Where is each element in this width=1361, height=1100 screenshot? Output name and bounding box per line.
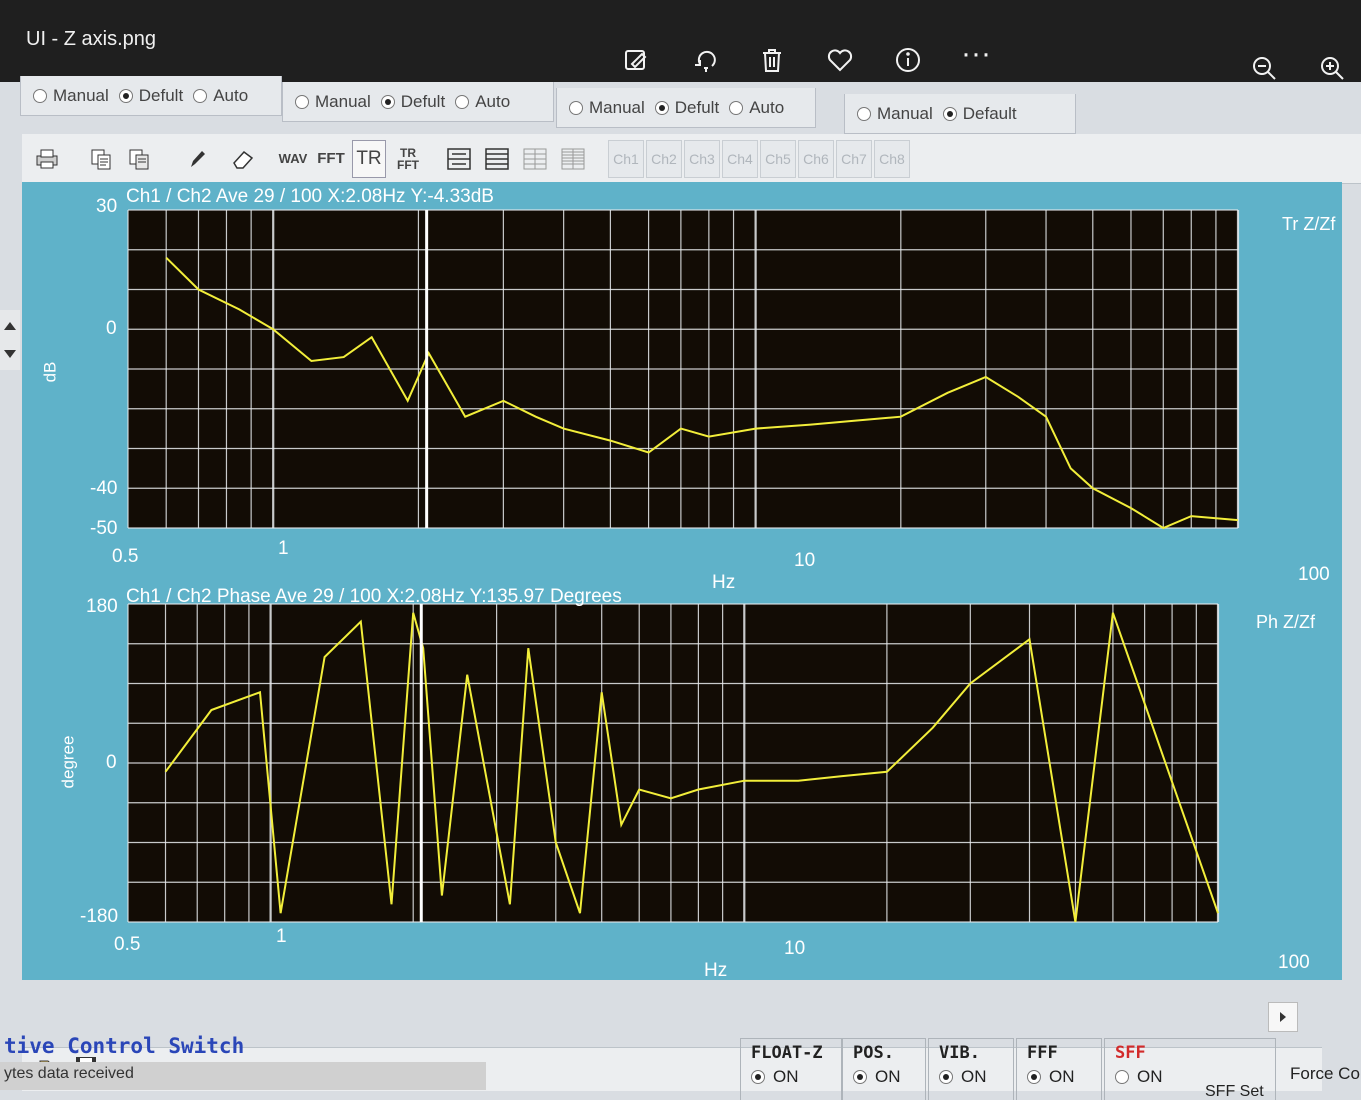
phase-corner-label: Ph Z/Zf (1256, 612, 1316, 632)
switch-pos: POS. ON (842, 1038, 926, 1100)
switch-label: FLOAT-Z (751, 1043, 823, 1063)
eraser-icon[interactable] (226, 140, 260, 178)
radio-manual[interactable]: Manual (295, 92, 371, 112)
switch-sff: SFF ON SFF Set (1104, 1038, 1276, 1100)
mode-group-4: Manual Default (844, 94, 1076, 134)
mode-group-2: Manual Defult Auto (282, 82, 554, 122)
wav-button[interactable]: WAV (276, 140, 310, 178)
radio-manual[interactable]: Manual (569, 98, 645, 118)
edit-icon[interactable] (616, 40, 656, 80)
layout-grid8-icon[interactable] (556, 140, 590, 178)
magnitude-xtick: 0.5 (112, 546, 139, 567)
switch-vib: VIB. ON (928, 1038, 1014, 1100)
copy-icon[interactable] (84, 140, 118, 178)
fft-button[interactable]: FFT (314, 140, 348, 178)
side-scroll-handle[interactable] (0, 310, 20, 370)
switch-on-radio[interactable]: ON (751, 1067, 831, 1087)
magnitude-ylabel: dB (40, 361, 60, 383)
channel-button-4[interactable]: Ch4 (722, 139, 758, 178)
info-icon[interactable] (888, 40, 928, 80)
switch-label: POS. (853, 1043, 894, 1063)
phase-ylabel: degree (58, 735, 78, 789)
magnitude-xtick: 10 (794, 550, 816, 571)
phase-ytick: 180 (86, 596, 118, 617)
radio-default[interactable]: Defult (654, 98, 719, 118)
magnitude-corner-label: Tr Z/Zf (1282, 214, 1336, 234)
rotate-icon[interactable] (686, 40, 726, 80)
magnitude-header: Ch1 / Ch2 Ave 29 / 100 X:2.08Hz Y:-4.33d… (126, 186, 494, 207)
channel-button-7[interactable]: Ch7 (836, 139, 872, 178)
channel-button-2[interactable]: Ch2 (646, 139, 682, 178)
switch-label: VIB. (939, 1043, 980, 1063)
plot-canvas (127, 209, 1240, 923)
plot-panel: Ch1 / Ch2 Ave 29 / 100 X:2.08Hz Y:-4.33d… (22, 182, 1342, 981)
switch-on-radio[interactable]: ON (1027, 1067, 1091, 1087)
magnitude-xtick: 1 (278, 538, 289, 559)
phase-header: Ch1 / Ch2 Phase Ave 29 / 100 X:2.08Hz Y:… (126, 586, 622, 607)
switch-label: FFF (1027, 1043, 1058, 1063)
radio-default[interactable]: Default (942, 104, 1017, 124)
channel-button-8[interactable]: Ch8 (874, 139, 910, 178)
magnitude-ytick: -50 (90, 518, 118, 539)
radio-default[interactable]: Defult (380, 92, 445, 112)
channel-button-1[interactable]: Ch1 (608, 139, 644, 178)
phase-xtick: 10 (784, 938, 806, 959)
layout-grid-icon[interactable] (518, 140, 552, 178)
radio-auto[interactable]: Auto (455, 92, 510, 112)
switch-float-z: FLOAT-Z ON (740, 1038, 842, 1100)
phase-ytick: 0 (106, 752, 117, 773)
file-title: UI - Z axis.png (26, 28, 157, 50)
magnitude-ytick: -40 (90, 478, 118, 499)
switch-fff: FFF ON (1016, 1038, 1102, 1100)
switch-on-radio[interactable]: ON (939, 1067, 1003, 1087)
mode-group-1: Manual Defult Auto (20, 76, 282, 116)
mode-group-3: Manual Defult Auto (556, 88, 816, 128)
magnitude-xtick: 100 (1298, 564, 1330, 585)
favorite-icon[interactable] (820, 40, 860, 80)
photo-viewer-bar: UI - Z axis.png ··· (0, 0, 1361, 82)
channel-button-6[interactable]: Ch6 (798, 139, 834, 178)
channel-button-5[interactable]: Ch5 (760, 139, 796, 178)
radio-manual[interactable]: Manual (33, 86, 109, 106)
radio-auto[interactable]: Auto (729, 98, 784, 118)
phase-xlabel: Hz (704, 960, 728, 981)
tr-fft-button[interactable]: TR FFT (390, 140, 426, 178)
more-icon[interactable]: ··· (956, 34, 996, 74)
phase-xtick: 100 (1278, 952, 1310, 973)
radio-manual[interactable]: Manual (857, 104, 933, 124)
force-control-label: Force Co (1290, 1064, 1360, 1083)
phase-xtick: 1 (276, 926, 287, 947)
plot-toolbar: WAV FFT TR TR FFT Ch1 Ch2 Ch3 Ch4 Ch5 Ch… (22, 134, 1361, 184)
switch-on-radio[interactable]: ON (853, 1067, 915, 1087)
tr-button[interactable]: TR (352, 139, 386, 178)
channel-button-3[interactable]: Ch3 (684, 139, 720, 178)
delete-icon[interactable] (752, 40, 792, 80)
pen-icon[interactable] (180, 140, 214, 178)
layout-2row-icon[interactable] (442, 140, 476, 178)
layout-4row-icon[interactable] (480, 140, 514, 178)
control-switch-title: tive Control Switch (4, 1034, 245, 1058)
phase-xtick: 0.5 (114, 934, 141, 955)
radio-auto[interactable]: Auto (193, 86, 248, 106)
print-icon[interactable] (30, 140, 64, 178)
magnitude-xlabel: Hz (712, 572, 736, 593)
paste-icon[interactable] (122, 140, 156, 178)
switch-label: SFF (1115, 1043, 1146, 1063)
range-mode-row: Manual Defult Auto Manual Defult Auto Ma… (0, 76, 1361, 134)
scroll-right-icon[interactable] (1268, 1002, 1298, 1032)
phase-ytick: -180 (80, 906, 119, 927)
application-window: Manual Defult Auto Manual Defult Auto Ma… (0, 76, 1361, 1100)
radio-default[interactable]: Defult (118, 86, 183, 106)
status-message: ytes data received (0, 1062, 486, 1090)
magnitude-ytick: 0 (106, 318, 117, 339)
sff-set-button[interactable]: SFF Set (1205, 1083, 1264, 1100)
magnitude-ytick: 30 (96, 196, 118, 217)
